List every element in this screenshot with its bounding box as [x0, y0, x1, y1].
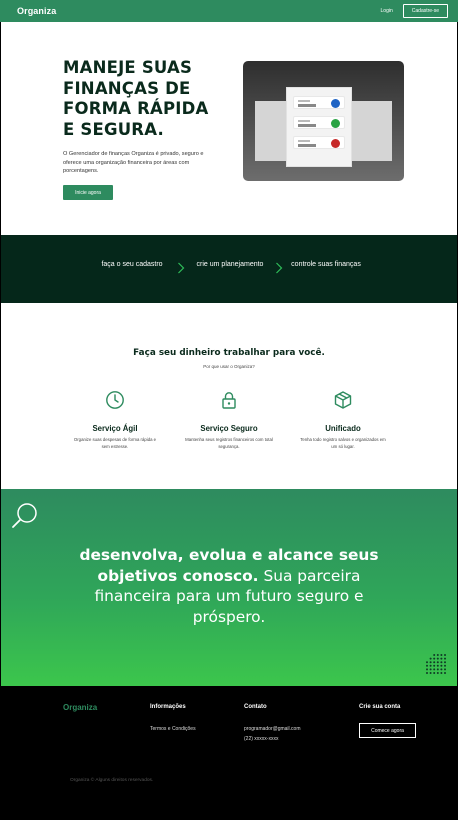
start-now-button[interactable]: Inicie agora [63, 185, 113, 200]
hero-description: O Gerenciador de finanças Organiza é pri… [63, 151, 204, 174]
features-title: Faça seu dinheiro trabalhar para você. [133, 348, 325, 358]
footer: Organiza Informações Termos e Condições … [1, 686, 457, 820]
top-navbar: Organiza Login Cadastre-se [0, 0, 458, 22]
app-mockup-image [243, 61, 404, 181]
mockup-row [293, 136, 345, 149]
step-plan: crie um planejamento [196, 261, 264, 268]
footer-info-title: Informações [150, 704, 186, 710]
mockup-dot-green [331, 118, 340, 128]
footer-signup-title: Crie sua conta [359, 704, 401, 710]
hero-title: MANEJE SUAS FINANÇAS DE FORMA RÁPIDA E S… [63, 58, 209, 139]
mockup-row [293, 96, 345, 109]
dot-grid-decoration [426, 654, 446, 674]
footer-logo[interactable]: Organiza [63, 703, 97, 712]
logo[interactable]: Organiza [17, 6, 56, 16]
hero-section: MANEJE SUAS FINANÇAS DE FORMA RÁPIDA E S… [1, 22, 457, 235]
footer-contact-title: Contato [244, 704, 267, 710]
clock-icon [106, 391, 124, 409]
feature-description: Organize suas despesas de forma rápida e… [73, 437, 157, 449]
chevron-right-icon [276, 262, 283, 274]
mockup-card [286, 87, 352, 167]
login-link[interactable]: Login [381, 8, 393, 14]
contact-email[interactable]: programador@gmail.com [244, 726, 300, 732]
start-now-footer-button[interactable]: Comece agora [359, 723, 416, 738]
mockup-dot-blue [331, 98, 340, 108]
mockup-dot-red [331, 138, 340, 148]
terms-link[interactable]: Termos e Condições [150, 726, 196, 732]
feature-name: Serviço Ágil [92, 424, 138, 433]
cta-text: desenvolva, evolua e alcance seus objeti… [61, 545, 397, 627]
step-signup: faça o seu cadastro [101, 261, 163, 268]
feature-description: Mantenha seus registros financeiros com … [185, 437, 273, 449]
signup-button[interactable]: Cadastre-se [402, 4, 448, 18]
navbar-actions: Login Cadastre-se [381, 4, 448, 18]
magnifier-icon [12, 503, 37, 528]
step-control: controle suas finanças [291, 261, 361, 268]
cta-banner: desenvolva, evolua e alcance seus objeti… [1, 489, 457, 686]
feature-card-fast: Serviço Ágil Organize suas despesas de f… [70, 390, 160, 450]
feature-card-secure: Serviço Seguro Mantenha seus registros f… [184, 390, 274, 450]
features-section: Faça seu dinheiro trabalhar para você. P… [1, 303, 457, 489]
contact-phone: (22) xxxxx-xxxx [244, 736, 279, 742]
lock-icon [222, 392, 236, 409]
feature-name: Unificado [325, 424, 361, 433]
feature-description: Tenha todo registro salvos e organizados… [300, 437, 386, 449]
chevron-right-icon [178, 262, 185, 274]
feature-name: Serviço Seguro [200, 424, 258, 433]
steps-band: faça o seu cadastro crie um planejamento… [1, 235, 457, 303]
box-icon [334, 391, 352, 409]
copyright-text: Organiza © Alguns direitos reservados. [70, 778, 154, 783]
feature-card-unified: Unificado Tenha todo registro salvos e o… [298, 390, 388, 450]
features-subtitle: Por que usar o Organiza? [203, 364, 255, 369]
mockup-row [293, 116, 345, 129]
